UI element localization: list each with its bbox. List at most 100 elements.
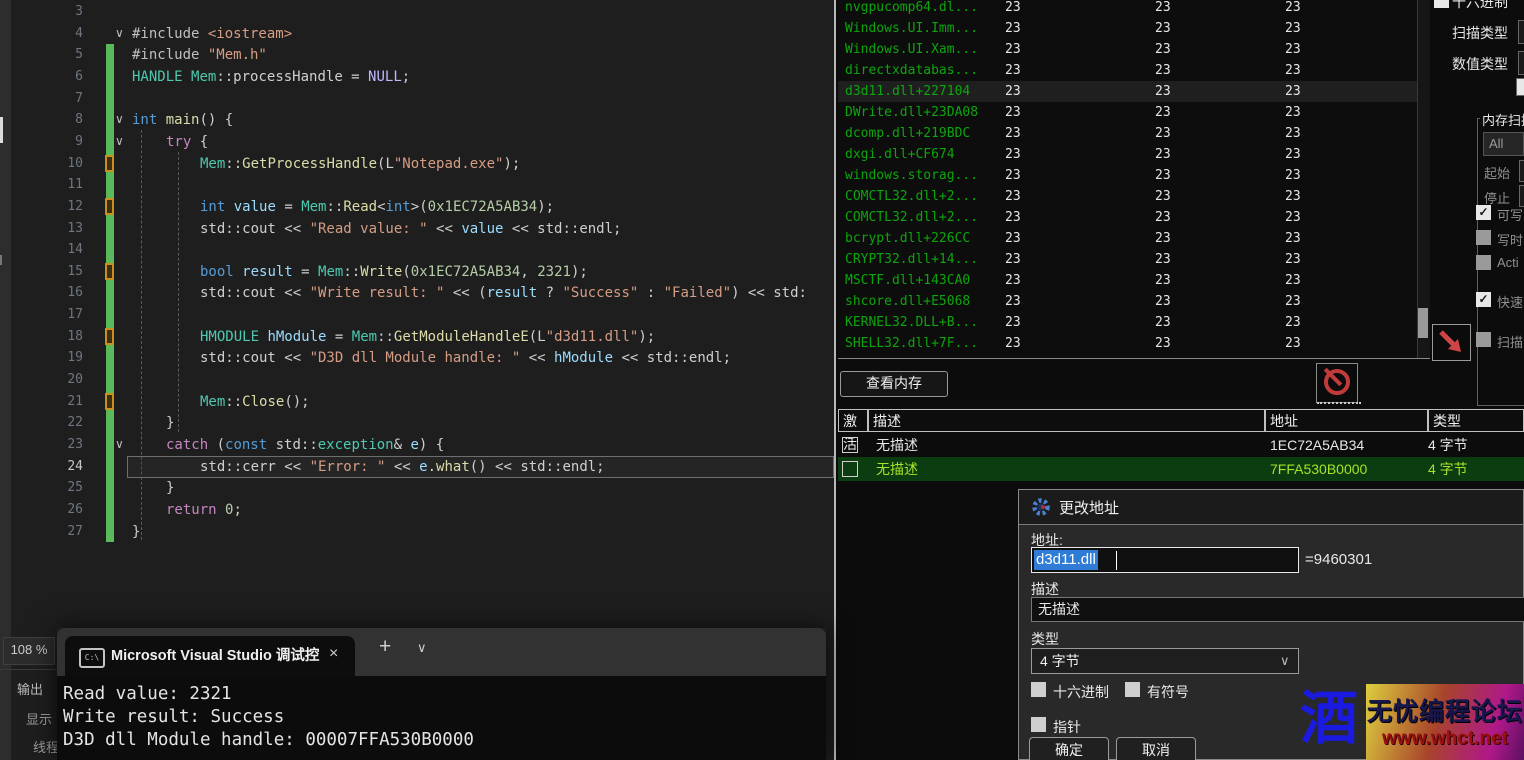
ok-button[interactable]: 确定 xyxy=(1029,737,1109,760)
editor-zoom-control[interactable]: 108 % xyxy=(3,637,55,665)
col-header-addr[interactable]: 地址 xyxy=(1265,409,1428,432)
terminal-tab[interactable]: C:\ Microsoft Visual Studio 调试控 × xyxy=(65,636,355,676)
写时-checkbox[interactable] xyxy=(1476,230,1491,245)
table-row[interactable]: 无描述7FFA530B00004 字节 xyxy=(838,457,1524,481)
code-line[interactable]: 10Mem::GetProcessHandle(L"Notepad.exe"); xyxy=(11,153,838,175)
scan-type-dropdown[interactable] xyxy=(1518,20,1524,44)
dialog-titlebar[interactable]: 更改地址 xyxy=(1019,490,1523,525)
scan-row[interactable]: KERNEL32.DLL+B...232323 xyxy=(838,312,1429,333)
scan-row[interactable]: MSCTF.dll+143CA0232323 xyxy=(838,270,1429,291)
code-text: int main() { xyxy=(132,109,233,131)
code-line[interactable]: 21Mem::Close(); xyxy=(11,391,838,413)
scan-row[interactable]: dcomp.dll+219BDC232323 xyxy=(838,123,1429,144)
code-line[interactable]: 26return 0; xyxy=(11,499,838,521)
scan-row[interactable]: COMCTL32.dll+2...232323 xyxy=(838,186,1429,207)
scan-row[interactable]: windows.storag...232323 xyxy=(838,165,1429,186)
code-line[interactable]: 24std::cerr << "Error: " << e.what() << … xyxy=(11,456,838,478)
scan-row[interactable]: Windows.UI.Imm...232323 xyxy=(838,18,1429,39)
code-line[interactable]: 14 xyxy=(11,239,838,261)
code-line[interactable]: 4∨#include <iostream> xyxy=(11,23,838,45)
code-line[interactable]: 5#include "Mem.h" xyxy=(11,44,838,66)
code-line[interactable]: 19std::cout << "D3D dll Module handle: "… xyxy=(11,347,838,369)
scan-option-label: 写时 xyxy=(1497,230,1523,249)
scan-row[interactable]: CRYPT32.dll+14...232323 xyxy=(838,249,1429,270)
row-active-checkbox[interactable] xyxy=(842,461,858,477)
快速-checkbox[interactable]: ✓ xyxy=(1476,292,1491,307)
code-line[interactable]: 8∨int main() { xyxy=(11,109,838,131)
scan-row[interactable]: COMCTL32.dll+2...232323 xyxy=(838,207,1429,228)
row-type: 4 字节 xyxy=(1428,457,1468,481)
code-line[interactable]: 27} xyxy=(11,521,838,543)
scan-row[interactable]: dxgi.dll+CF674232323 xyxy=(838,144,1429,165)
cancel-button[interactable]: 取消 xyxy=(1116,737,1196,760)
code-line[interactable]: 15bool result = Mem::Write(0x1EC72A5AB34… xyxy=(11,261,838,283)
code-line[interactable]: 23∨catch (const std::exception& e) { xyxy=(11,434,838,456)
可写-checkbox[interactable]: ✓ xyxy=(1476,205,1491,220)
code-line[interactable]: 7 xyxy=(11,88,838,110)
scan-row[interactable]: DWrite.dll+23DA08232323 xyxy=(838,102,1429,123)
terminal-window: C:\ Microsoft Visual Studio 调试控 × + ∨ Re… xyxy=(57,628,826,760)
line-number: 21 xyxy=(11,391,83,413)
new-tab-icon[interactable]: + xyxy=(379,635,391,659)
scan-row[interactable]: shcore.dll+E5068232323 xyxy=(838,291,1429,312)
hex-checkbox[interactable] xyxy=(1031,682,1046,697)
scan-result-list[interactable]: nvgpucomp64.dl...232323Windows.UI.Imm...… xyxy=(838,0,1430,359)
scan-row[interactable]: bcrypt.dll+226CC232323 xyxy=(838,228,1429,249)
code-editor[interactable]: 34∨#include <iostream>5#include "Mem.h"6… xyxy=(11,0,838,620)
code-line[interactable]: 13std::cout << "Read value: " << value <… xyxy=(11,218,838,240)
code-line[interactable]: 11 xyxy=(11,174,838,196)
signed-checkbox[interactable] xyxy=(1125,682,1140,697)
code-line[interactable]: 12int value = Mem::Read<int>(0x1EC72A5AB… xyxy=(11,196,838,218)
code-text: std::cout << "Read value: " << value << … xyxy=(200,218,621,240)
code-line[interactable]: 17 xyxy=(11,304,838,326)
code-line[interactable]: 9∨try { xyxy=(11,131,838,153)
tab-dropdown-icon[interactable]: ∨ xyxy=(417,640,427,656)
text-caret xyxy=(1116,551,1117,570)
code-line[interactable]: 3 xyxy=(11,1,838,23)
fold-arrow-icon[interactable]: ∨ xyxy=(115,433,124,455)
terminal-output[interactable]: Read value: 2321 Write result: Success D… xyxy=(57,676,826,760)
scan-row[interactable]: directxdatabas...232323 xyxy=(838,60,1429,81)
line-number: 12 xyxy=(11,196,83,218)
code-line[interactable]: 25} xyxy=(11,477,838,499)
view-memory-button[interactable]: 查看内存 xyxy=(840,371,948,397)
col-header-type[interactable]: 类型 xyxy=(1428,409,1524,432)
table-row[interactable]: 无描述1EC72A5AB344 字节 xyxy=(838,433,1524,457)
scan-row[interactable]: d3d11.dll+227104232323 xyxy=(838,81,1429,102)
code-line[interactable]: 20 xyxy=(11,369,838,391)
scan-row[interactable]: Windows.UI.Xam...232323 xyxy=(838,39,1429,60)
fold-arrow-icon[interactable]: ∨ xyxy=(115,130,124,152)
signed-checkbox-label: 有符号 xyxy=(1147,682,1189,702)
col-header-desc[interactable]: 描述 xyxy=(868,409,1265,432)
code-line[interactable]: 16std::cout << "Write result: " << (resu… xyxy=(11,282,838,304)
type-dropdown[interactable]: 4 字节 ∨ xyxy=(1031,648,1299,674)
col-header-active[interactable]: 激活 xyxy=(838,409,868,432)
stop-input[interactable] xyxy=(1519,185,1524,207)
fold-arrow-icon[interactable]: ∨ xyxy=(115,22,124,44)
scan-region-dropdown[interactable]: All xyxy=(1483,132,1524,156)
scan-row-value: 23 xyxy=(1005,123,1021,144)
code-line[interactable]: 6HANDLE Mem::processHandle = NULL; xyxy=(11,66,838,88)
line-number: 4 xyxy=(11,23,83,45)
scan-row[interactable]: nvgpucomp64.dl...232323 xyxy=(838,0,1429,18)
扫描-checkbox[interactable] xyxy=(1476,332,1491,347)
scan-row[interactable]: SHELL32.dll+7F...232323 xyxy=(838,333,1429,354)
hex-checkbox-main[interactable] xyxy=(1434,0,1449,8)
scan-row-value: 23 xyxy=(1285,249,1301,270)
address-input[interactable]: d3d11.dll xyxy=(1031,547,1299,573)
fold-arrow-icon[interactable]: ∨ xyxy=(115,108,124,130)
scrollbar-track[interactable] xyxy=(1417,0,1430,358)
close-icon[interactable]: × xyxy=(329,645,338,663)
Acti-checkbox[interactable] xyxy=(1476,255,1491,270)
row-active-checkbox[interactable] xyxy=(842,437,858,453)
start-input[interactable] xyxy=(1519,160,1524,182)
add-address-button[interactable] xyxy=(1432,324,1471,361)
scrollbar-thumb[interactable] xyxy=(1418,308,1428,338)
stop-button[interactable] xyxy=(1316,363,1358,403)
output-panel-label[interactable]: 输出 xyxy=(17,679,43,698)
description-input[interactable]: 无描述 xyxy=(1031,597,1524,622)
pointer-checkbox[interactable] xyxy=(1031,717,1046,732)
value-type-dropdown[interactable] xyxy=(1518,51,1524,75)
code-line[interactable]: 18HMODULE hModule = Mem::GetModuleHandle… xyxy=(11,326,838,348)
code-line[interactable]: 22} xyxy=(11,412,838,434)
